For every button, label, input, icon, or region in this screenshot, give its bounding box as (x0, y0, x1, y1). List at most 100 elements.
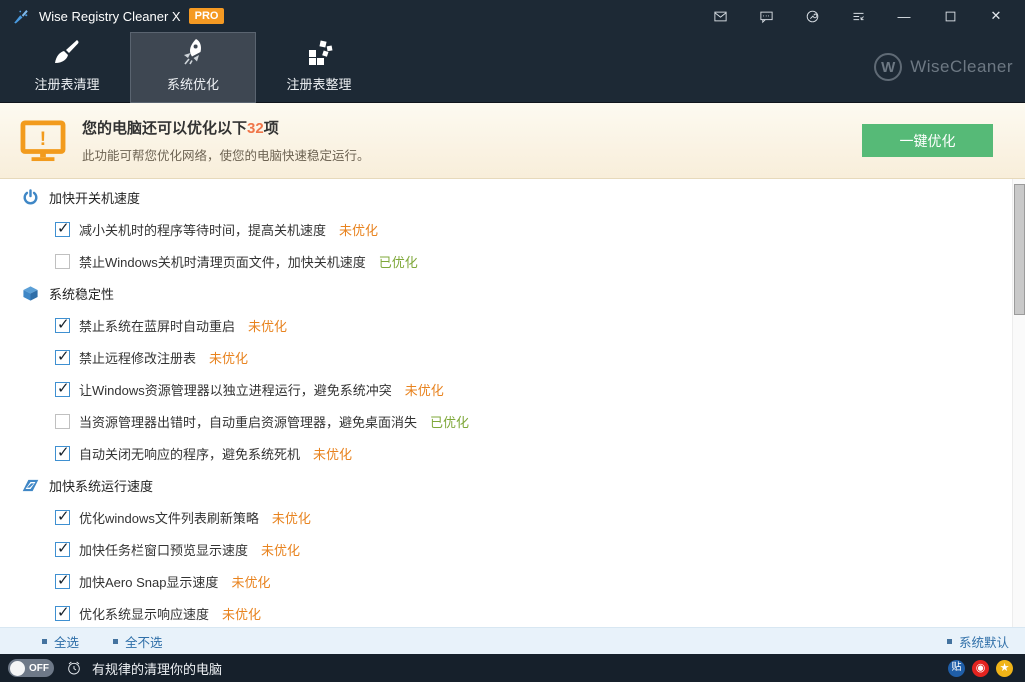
power-icon (22, 189, 39, 206)
list-item: 禁止系统在蓝屏时自动重启未优化 (0, 309, 1025, 341)
tab-label: 系统优化 (167, 74, 219, 93)
item-status: 未优化 (222, 604, 261, 623)
tab-defrag[interactable]: 注册表整理 (256, 32, 382, 103)
warning-monitor-icon: ! (20, 120, 66, 162)
item-checkbox[interactable] (55, 222, 70, 237)
item-label: 优化系统显示响应速度 (79, 604, 209, 623)
list-item: 优化windows文件列表刷新策略未优化 (0, 501, 1025, 533)
item-checkbox[interactable] (55, 414, 70, 429)
scrollbar-track[interactable] (1012, 179, 1025, 627)
system-default-link[interactable]: 系统默认 (947, 632, 1009, 651)
svg-text:!: ! (40, 128, 46, 149)
item-checkbox[interactable] (55, 446, 70, 461)
rocket-icon (177, 34, 209, 70)
weibo-icon[interactable]: ◉ (972, 660, 989, 677)
item-checkbox[interactable] (55, 350, 70, 365)
list-item: 加快任务栏窗口预览显示速度未优化 (0, 533, 1025, 565)
scrollbar-thumb[interactable] (1014, 184, 1025, 315)
item-status: 未优化 (339, 220, 378, 239)
item-label: 自动关闭无响应的程序，避免系统死机 (79, 444, 300, 463)
item-label: 优化windows文件列表刷新策略 (79, 508, 259, 527)
maximize-button[interactable] (935, 3, 965, 29)
list-item: 当资源管理器出错时，自动重启资源管理器，避免桌面消失已优化 (0, 405, 1025, 437)
item-checkbox[interactable] (55, 318, 70, 333)
item-label: 禁止Windows关机时清理页面文件，加快关机速度 (79, 252, 366, 271)
item-checkbox[interactable] (55, 542, 70, 557)
toggle-label: OFF (29, 663, 49, 674)
item-label: 禁止系统在蓝屏时自动重启 (79, 316, 235, 335)
optimization-list: 加快开关机速度减小关机时的程序等待时间，提高关机速度未优化禁止Windows关机… (0, 179, 1025, 627)
banner-title-prefix: 您的电脑还可以优化以下 (82, 120, 247, 137)
one-click-optimize-button[interactable]: 一键优化 (862, 124, 993, 157)
list-item: 减小关机时的程序等待时间，提高关机速度未优化 (0, 213, 1025, 245)
list-item: 加快Aero Snap显示速度未优化 (0, 565, 1025, 597)
tab-label: 注册表整理 (286, 74, 351, 93)
wisecleaner-logo: W WiseCleaner (874, 53, 1013, 81)
section-header: 加快开关机速度 (0, 181, 1025, 213)
bullet-icon (113, 639, 118, 644)
system-default-label: 系统默认 (959, 632, 1009, 651)
section-header: 系统稳定性 (0, 277, 1025, 309)
bullet-icon (42, 639, 47, 644)
bullet-icon (947, 639, 952, 644)
banner-text: 您的电脑还可以优化以下32项 此功能可帮您优化网络，使您的电脑快速稳定运行。 (82, 117, 862, 164)
select-none-link[interactable]: 全不选 (113, 632, 163, 651)
nav-tabs: 注册表清理系统优化 注册表整理 W WiseCleaner (0, 32, 1025, 103)
speed-icon (22, 477, 39, 494)
close-button[interactable]: ✕ (981, 3, 1011, 29)
status-bar: OFF 有规律的清理你的电脑 贴 ◉ ★ (0, 654, 1025, 682)
section-title: 加快开关机速度 (49, 188, 140, 207)
item-status: 已优化 (430, 412, 469, 431)
select-none-label: 全不选 (125, 632, 163, 651)
item-status: 未优化 (313, 444, 352, 463)
action-bar: 全选 全不选 系统默认 (0, 627, 1025, 654)
banner-subtitle: 此功能可帮您优化网络，使您的电脑快速稳定运行。 (82, 145, 862, 164)
banner-title-suffix: 项 (264, 120, 279, 137)
toggle-knob (10, 661, 25, 676)
item-label: 禁止远程修改注册表 (79, 348, 196, 367)
item-checkbox[interactable] (55, 510, 70, 525)
item-label: 加快任务栏窗口预览显示速度 (79, 540, 248, 559)
optimize-banner: ! 您的电脑还可以优化以下32项 此功能可帮您优化网络，使您的电脑快速稳定运行。… (0, 103, 1025, 179)
app-icon (12, 7, 30, 25)
section-title: 系统稳定性 (49, 284, 114, 303)
item-status: 未优化 (405, 380, 444, 399)
pro-badge: PRO (189, 8, 225, 24)
minimize-button[interactable]: — (889, 3, 919, 29)
item-label: 让Windows资源管理器以独立进程运行，避免系统冲突 (79, 380, 392, 399)
brush-icon (51, 34, 83, 70)
list-item: 自动关闭无响应的程序，避免系统死机未优化 (0, 437, 1025, 469)
item-label: 减小关机时的程序等待时间，提高关机速度 (79, 220, 326, 239)
app-title: Wise Registry Cleaner X (39, 9, 181, 24)
support-icon[interactable] (797, 3, 827, 29)
item-checkbox[interactable] (55, 606, 70, 621)
item-checkbox[interactable] (55, 574, 70, 589)
tab-rocket[interactable]: 系统优化 (130, 32, 256, 103)
select-all-link[interactable]: 全选 (42, 632, 79, 651)
item-label: 加快Aero Snap显示速度 (79, 572, 218, 591)
wisecleaner-logo-text: WiseCleaner (910, 57, 1013, 77)
item-status: 已优化 (379, 252, 418, 271)
section-title: 加快系统运行速度 (49, 476, 153, 495)
item-status: 未优化 (248, 316, 287, 335)
schedule-toggle[interactable]: OFF (8, 659, 54, 677)
item-checkbox[interactable] (55, 254, 70, 269)
menu-icon[interactable] (843, 3, 873, 29)
select-all-label: 全选 (54, 632, 79, 651)
section-header: 加快系统运行速度 (0, 469, 1025, 501)
list-item: 让Windows资源管理器以独立进程运行，避免系统冲突未优化 (0, 373, 1025, 405)
list-item: 禁止远程修改注册表未优化 (0, 341, 1025, 373)
tieba-icon[interactable]: 贴 (948, 660, 965, 677)
titlebar: Wise Registry Cleaner X PRO — ✕ (0, 0, 1025, 32)
item-checkbox[interactable] (55, 382, 70, 397)
mail-icon[interactable] (705, 3, 735, 29)
item-status: 未优化 (231, 572, 270, 591)
wisecleaner-logo-mark: W (874, 53, 902, 81)
item-status: 未优化 (272, 508, 311, 527)
banner-count: 32 (247, 120, 264, 137)
tab-brush[interactable]: 注册表清理 (4, 32, 130, 103)
cube-icon (22, 285, 39, 302)
qzone-icon[interactable]: ★ (996, 660, 1013, 677)
feedback-icon[interactable] (751, 3, 781, 29)
item-label: 当资源管理器出错时，自动重启资源管理器，避免桌面消失 (79, 412, 417, 431)
